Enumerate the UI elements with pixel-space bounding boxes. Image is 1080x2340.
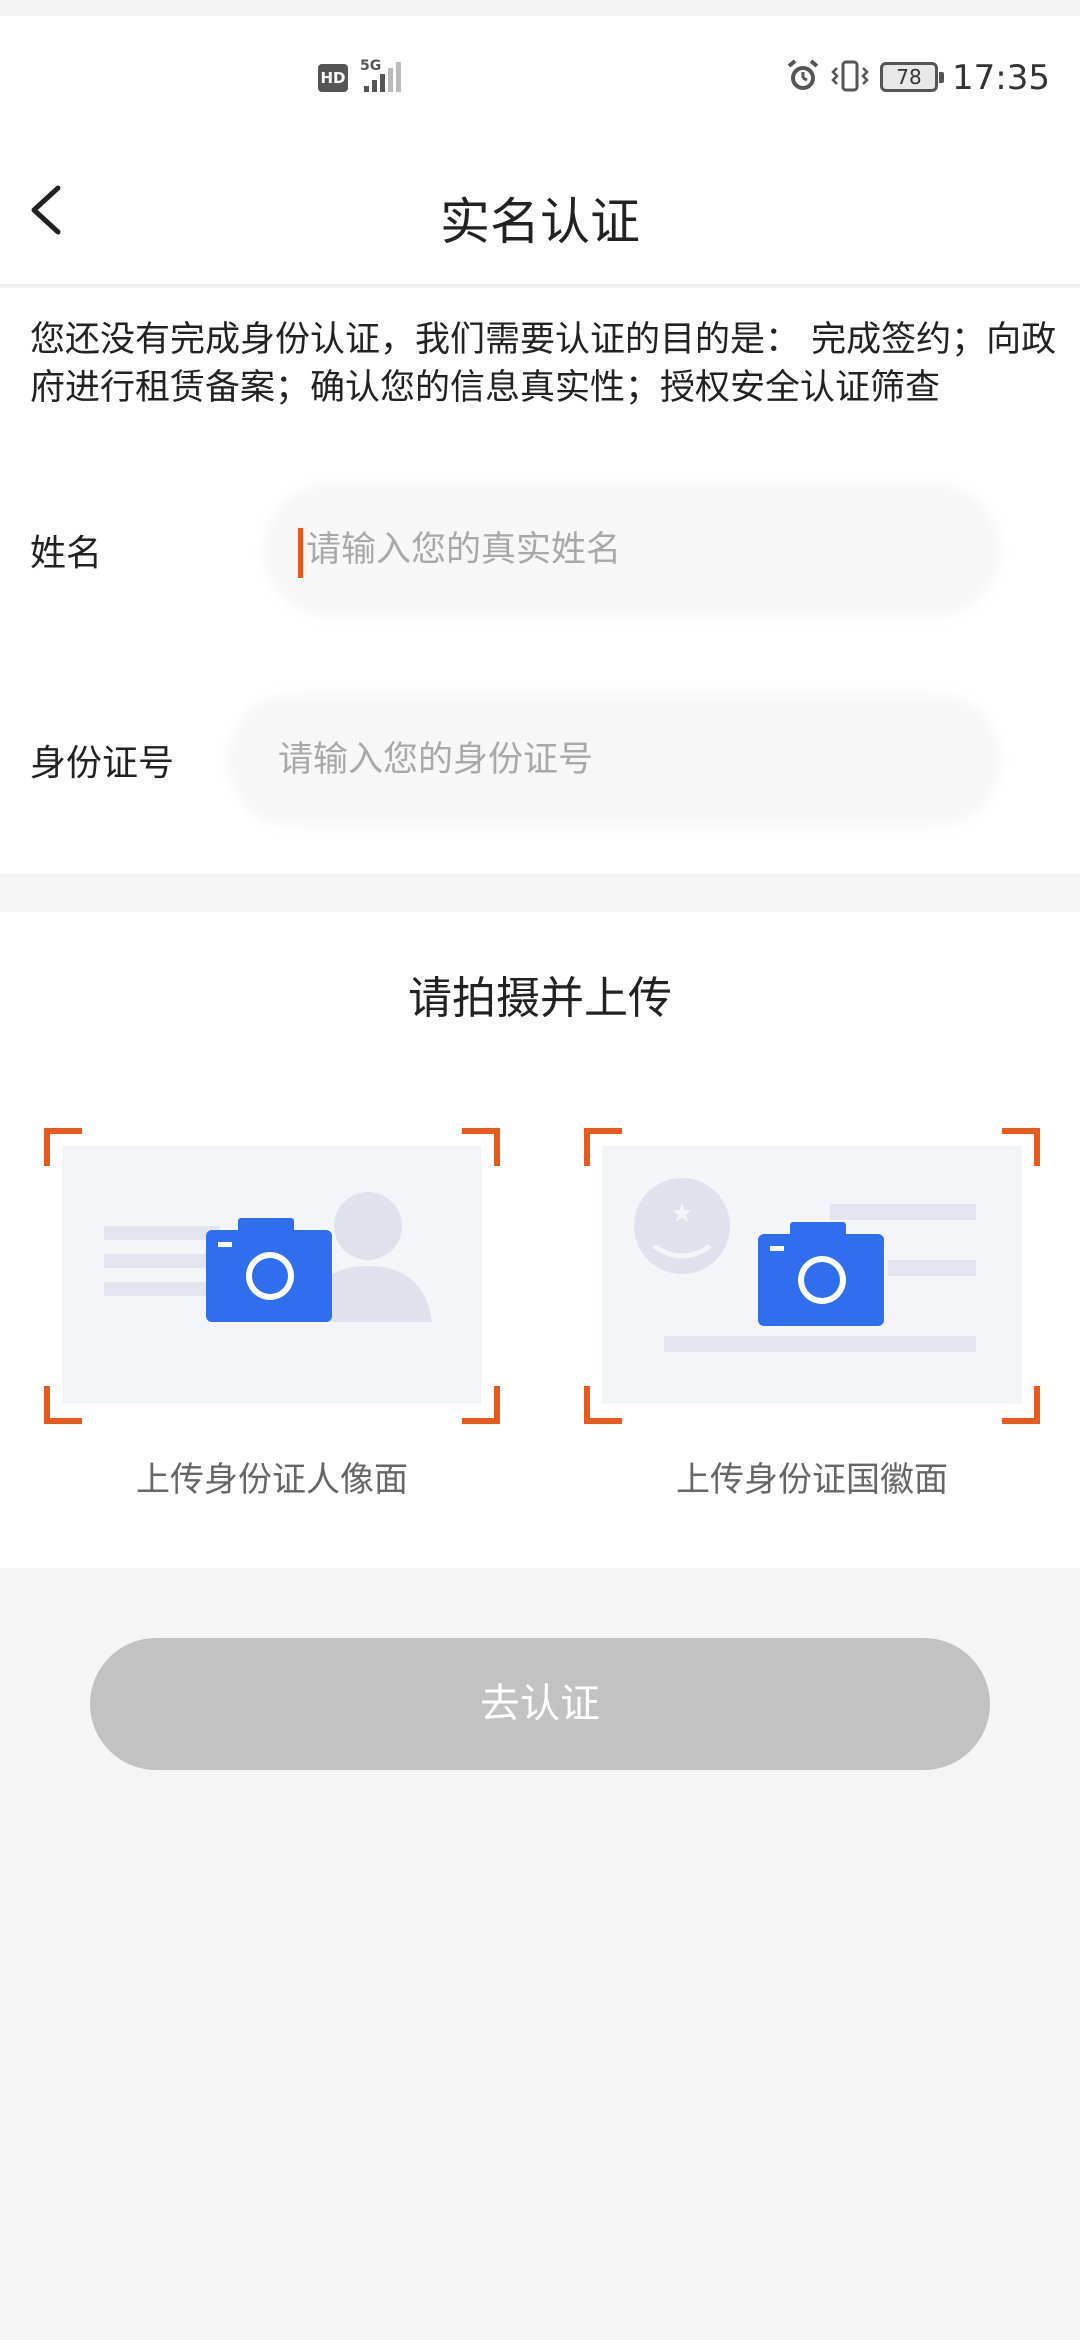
battery-level: 78 <box>896 65 922 89</box>
battery-indicator: 78 <box>880 62 944 92</box>
nav-bar: 实名认证 <box>0 140 1080 286</box>
id-back-illustration: ★ <box>584 1128 1040 1424</box>
clock: 17:35 <box>952 58 1050 98</box>
upload-id-front-caption: 上传身份证人像面 <box>136 1460 408 1500</box>
page-title: 实名认证 <box>440 193 640 251</box>
upload-title: 请拍摄并上传 <box>408 973 672 1024</box>
id-number-field[interactable] <box>236 702 992 818</box>
verify-button[interactable]: 去认证 <box>90 1638 990 1770</box>
id-number-label: 身份证号 <box>30 743 175 784</box>
status-bar: HD 5G 78 17:35 <box>0 0 1080 140</box>
camera-icon <box>758 1222 884 1326</box>
upload-id-back-caption: 上传身份证国徽面 <box>676 1460 948 1500</box>
svg-text:★: ★ <box>670 1199 693 1229</box>
hd-badge: HD <box>318 64 348 92</box>
status-bar-edge <box>0 0 1080 16</box>
vibrate-icon <box>831 60 869 92</box>
name-input[interactable] <box>272 492 992 608</box>
camera-icon <box>206 1218 332 1322</box>
name-label: 姓名 <box>30 533 103 574</box>
identity-form: 您还没有完成身份认证，我们需要认证的目的是： 完成签约；向政府进行租赁备案；确认… <box>0 288 1080 874</box>
upload-id-back[interactable]: ★ <box>582 1126 1042 1426</box>
upload-section: 请拍摄并上传 上传身份证人像面 ★ 上传身份证国徽面 <box>0 912 1080 1568</box>
upload-id-front[interactable] <box>42 1126 502 1426</box>
text-cursor <box>298 528 303 578</box>
id-number-input[interactable] <box>236 702 992 818</box>
signal-icon <box>364 62 401 92</box>
verification-notice: 您还没有完成身份认证，我们需要认证的目的是： 完成签约；向政府进行租赁备案；确认… <box>30 320 1057 408</box>
alarm-icon <box>787 59 819 90</box>
name-field[interactable] <box>272 492 992 608</box>
id-front-illustration <box>44 1128 500 1424</box>
